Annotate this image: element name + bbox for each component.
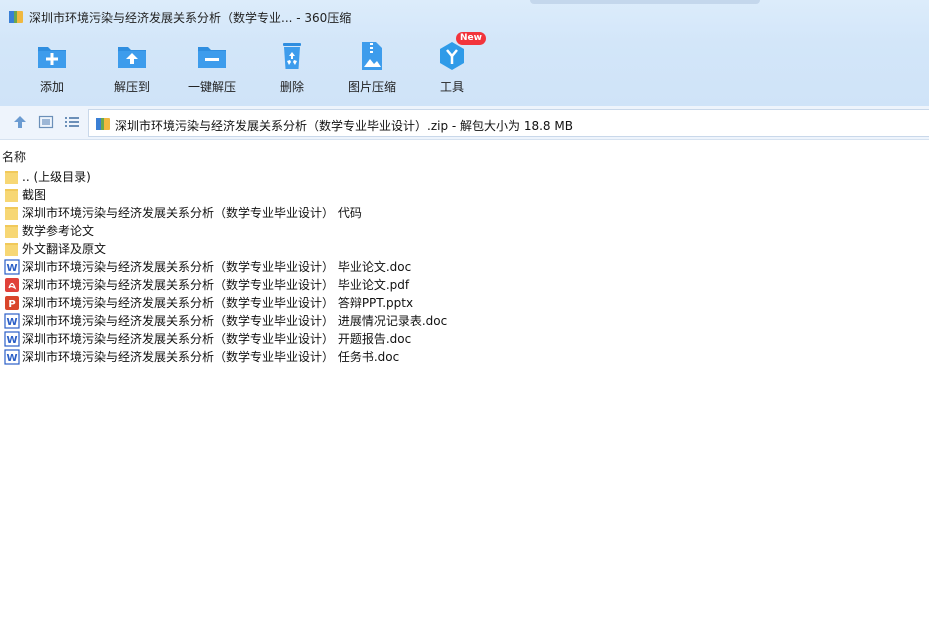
word-doc-icon: W (4, 313, 20, 329)
file-row[interactable]: 深圳市环境污染与经济发展关系分析（数学专业毕业设计） 代码 (0, 204, 929, 222)
delete-label: 删除 (279, 80, 304, 94)
one-click-extract-icon (198, 47, 226, 68)
file-name: 深圳市环境污染与经济发展关系分析（数学专业毕业设计） 进展情况记录表.doc (22, 314, 448, 328)
extract-to-icon (118, 47, 146, 68)
svg-text:W: W (6, 353, 17, 364)
name-column-header[interactable]: 名称 (2, 148, 26, 165)
archive-app-icon (9, 11, 23, 23)
file-name: 截图 (22, 188, 47, 202)
folder-icon (4, 187, 20, 203)
folder-icon (4, 223, 20, 239)
folder-icon (4, 169, 20, 185)
svg-text:W: W (6, 263, 17, 274)
file-row[interactable]: W 深圳市环境污染与经济发展关系分析（数学专业毕业设计） 开题报告.doc (0, 330, 929, 348)
file-row[interactable]: W 深圳市环境污染与经济发展关系分析（数学专业毕业设计） 毕业论文.doc (0, 258, 929, 276)
file-name: 深圳市环境污染与经济发展关系分析（数学专业毕业设计） 任务书.doc (22, 350, 400, 364)
folder-icon (4, 205, 20, 221)
pdf-icon (4, 277, 20, 293)
title-bar: 深圳市环境污染与经济发展关系分析（数学专业... - 360压缩 (0, 0, 929, 34)
folder-icon (4, 241, 20, 257)
thumbnail-view-icon[interactable] (38, 114, 54, 130)
file-row[interactable]: P 深圳市环境污染与经济发展关系分析（数学专业毕业设计） 答辩PPT.pptx (0, 294, 929, 312)
up-arrow-icon[interactable] (12, 114, 28, 130)
file-name: 外文翻译及原文 (22, 242, 107, 256)
title-decoration (530, 0, 760, 4)
file-row[interactable]: 数学参考论文 (0, 222, 929, 240)
image-compress-icon (362, 42, 382, 70)
word-doc-icon: W (4, 331, 20, 347)
add-button[interactable]: 添加 (12, 38, 92, 98)
archive-file-icon (96, 118, 110, 130)
image-compress-button[interactable]: 图片压缩 (332, 38, 412, 98)
file-row[interactable]: W 深圳市环境污染与经济发展关系分析（数学专业毕业设计） 任务书.doc (0, 348, 929, 366)
file-list: 名称 .. (上级目录) 截图深圳市环境污染与经济发展关系分析（数学专业毕业设计）… (0, 144, 929, 619)
file-row[interactable]: 截图 (0, 186, 929, 204)
svg-text:P: P (8, 299, 15, 310)
file-row[interactable]: W 深圳市环境污染与经济发展关系分析（数学专业毕业设计） 进展情况记录表.doc (0, 312, 929, 330)
file-row[interactable]: 外文翻译及原文 (0, 240, 929, 258)
address-row: 深圳市环境污染与经济发展关系分析（数学专业毕业设计）.zip - 解包大小为 1… (0, 106, 929, 140)
one-click-extract-button[interactable]: 一键解压 (172, 38, 252, 98)
delete-button[interactable]: 删除 (252, 38, 332, 98)
file-row[interactable]: 深圳市环境污染与经济发展关系分析（数学专业毕业设计） 毕业论文.pdf (0, 276, 929, 294)
app-window: 深圳市环境污染与经济发展关系分析（数学专业... - 360压缩 添加 解压到 … (0, 0, 929, 619)
tools-label: 工具 (439, 80, 464, 94)
file-name: 深圳市环境污染与经济发展关系分析（数学专业毕业设计） 代码 (22, 206, 362, 220)
svg-text:W: W (6, 317, 17, 328)
add-folder-icon (38, 47, 66, 68)
file-name: 深圳市环境污染与经济发展关系分析（数学专业毕业设计） 毕业论文.pdf (22, 278, 410, 292)
toolbar: 添加 解压到 一键解压 删除 图片压缩 New 工具 (12, 32, 492, 98)
svg-text:W: W (6, 335, 17, 346)
word-doc-icon: W (4, 259, 20, 275)
header-area: 深圳市环境污染与经济发展关系分析（数学专业... - 360压缩 添加 解压到 … (0, 0, 929, 106)
address-bar[interactable]: 深圳市环境污染与经济发展关系分析（数学专业毕业设计）.zip - 解包大小为 1… (88, 109, 929, 137)
file-name: 数学参考论文 (22, 224, 95, 238)
one-click-extract-label: 一键解压 (187, 80, 236, 94)
extract-to-label: 解压到 (113, 80, 150, 94)
archive-path: 深圳市环境污染与经济发展关系分析（数学专业毕业设计）.zip - 解包大小为 1… (115, 119, 573, 133)
file-name: .. (上级目录) (22, 170, 91, 184)
file-row[interactable]: .. (上级目录) (0, 168, 929, 186)
list-view-icon[interactable] (64, 114, 80, 130)
word-doc-icon: W (4, 349, 20, 365)
file-name: 深圳市环境污染与经济发展关系分析（数学专业毕业设计） 毕业论文.doc (22, 260, 412, 274)
file-name: 深圳市环境污染与经济发展关系分析（数学专业毕业设计） 开题报告.doc (22, 332, 412, 346)
recycle-delete-icon (283, 43, 301, 69)
tools-button[interactable]: New 工具 (412, 32, 492, 98)
image-compress-label: 图片压缩 (347, 80, 396, 94)
file-rows: .. (上级目录) 截图深圳市环境污染与经济发展关系分析（数学专业毕业设计） 代码… (0, 168, 929, 366)
add-label: 添加 (39, 80, 64, 94)
extract-to-button[interactable]: 解压到 (92, 38, 172, 98)
window-title: 深圳市环境污染与经济发展关系分析（数学专业... - 360压缩 (29, 11, 352, 25)
new-badge: New (456, 32, 486, 45)
ppt-icon: P (4, 295, 20, 311)
file-name: 深圳市环境污染与经济发展关系分析（数学专业毕业设计） 答辩PPT.pptx (22, 296, 414, 310)
